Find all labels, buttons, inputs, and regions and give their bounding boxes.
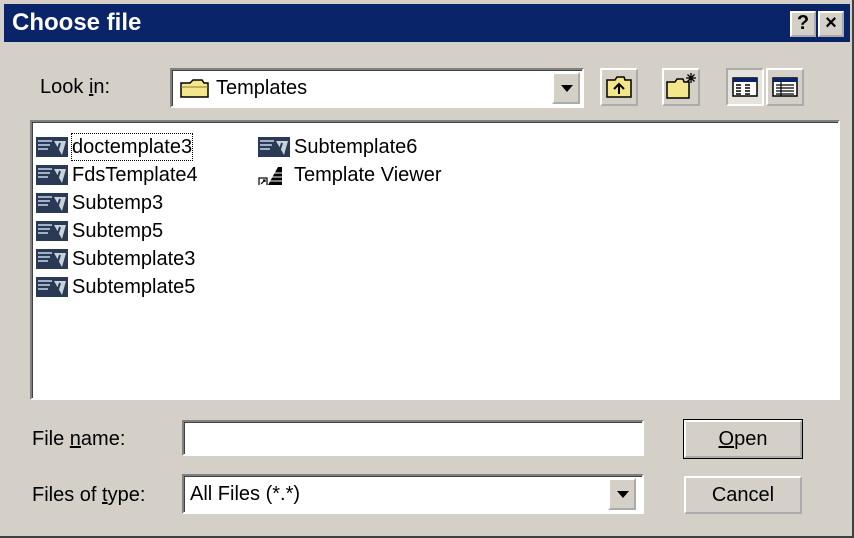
files-of-type-value: All Files (*.*) (190, 483, 301, 505)
help-button[interactable]: ? (790, 11, 816, 37)
dialog-title: Choose file (12, 9, 142, 36)
file-name-input[interactable] (182, 420, 644, 456)
up-folder-icon (606, 76, 632, 98)
files-of-type-combobox[interactable]: All Files (*.*) (182, 474, 644, 514)
template-icon (36, 249, 68, 269)
file-name: Subtemplate5 (72, 276, 196, 298)
close-button[interactable]: × (818, 11, 844, 37)
look-in-dropdown-button[interactable] (552, 72, 580, 104)
details-view-icon (772, 77, 798, 97)
file-name: Template Viewer (294, 164, 442, 186)
template-icon (258, 137, 290, 157)
template-icon (36, 277, 68, 297)
file-list[interactable]: doctemplate3 FdsTemplate4 Subtemp3 Subte… (30, 120, 840, 400)
file-name: Subtemp3 (72, 192, 164, 214)
file-name: Subtemplate6 (294, 136, 418, 158)
file-name: doctemplate3 (70, 133, 194, 161)
file-name: Subtemplate3 (72, 248, 196, 270)
cancel-button[interactable]: Cancel (684, 476, 802, 514)
file-name-label: File name: (32, 428, 126, 450)
new-folder-icon (666, 73, 696, 99)
details-view-button[interactable] (766, 68, 804, 106)
look-in-value: Templates (216, 77, 308, 99)
folder-icon (180, 79, 209, 98)
shortcut-icon (258, 167, 288, 185)
template-icon (36, 193, 68, 213)
files-of-type-label: Files of type: (32, 484, 146, 506)
file-name: Subtemp5 (72, 220, 164, 242)
file-name: FdsTemplate4 (72, 164, 198, 186)
up-one-level-button[interactable] (600, 68, 638, 106)
look-in-label: Look in: (40, 76, 111, 98)
title-bar[interactable]: Choose file ? × (4, 4, 850, 42)
template-icon (36, 221, 68, 241)
create-new-folder-button[interactable] (662, 68, 700, 106)
template-icon (36, 137, 68, 157)
list-view-button[interactable] (726, 68, 764, 106)
template-icon (36, 165, 68, 185)
choose-file-dialog: Choose file ? × Look in: Templates docte… (0, 0, 854, 538)
files-of-type-dropdown-button[interactable] (608, 478, 636, 510)
look-in-combobox[interactable]: Templates (170, 68, 584, 108)
list-view-icon (732, 77, 758, 97)
open-button[interactable]: Open (683, 419, 803, 459)
